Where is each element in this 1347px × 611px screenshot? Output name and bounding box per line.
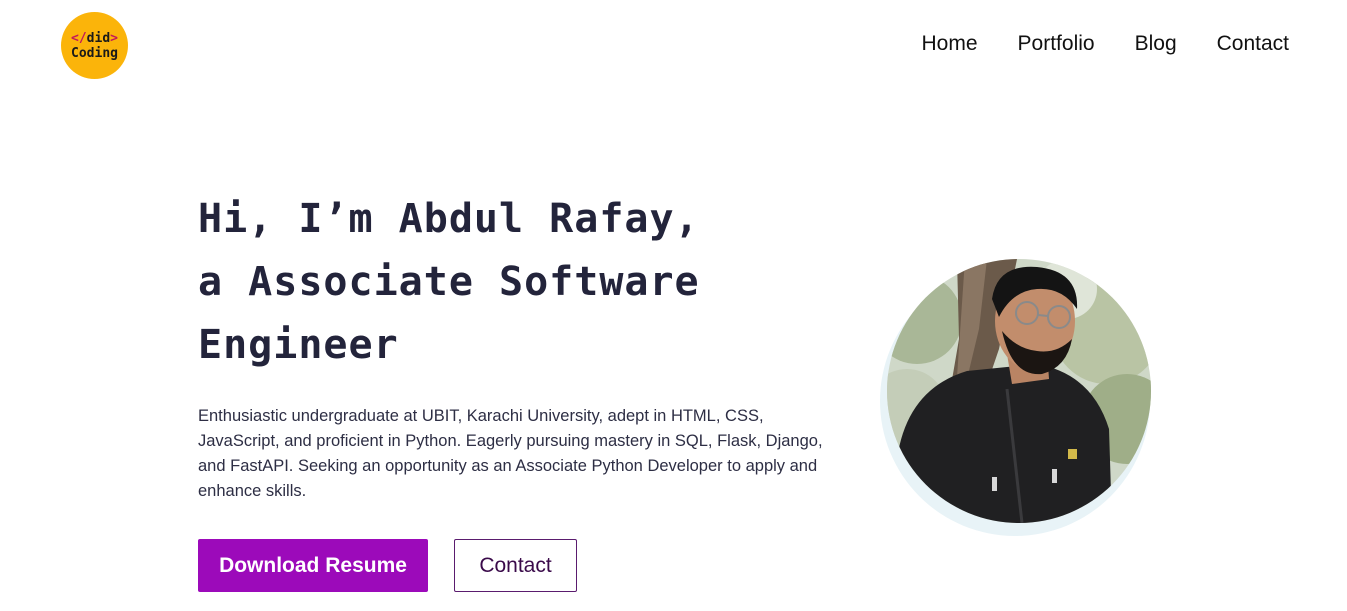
logo-tag-open: </: [71, 30, 87, 46]
download-resume-button[interactable]: Download Resume: [198, 539, 428, 592]
hero-description: Enthusiastic undergraduate at UBIT, Kara…: [198, 407, 823, 500]
nav-home[interactable]: Home: [922, 31, 978, 57]
logo-line1: </did>: [71, 31, 118, 46]
hero-title-line1: Hi, I’m Abdul Rafay,: [198, 196, 700, 242]
nav-blog[interactable]: Blog: [1135, 31, 1177, 57]
hero-title: Hi, I’m Abdul Rafay, a Associate Softwar…: [198, 188, 838, 377]
nav-portfolio[interactable]: Portfolio: [1018, 31, 1095, 57]
main-nav: Home Portfolio Blog Contact: [922, 31, 1289, 57]
logo-line2: Coding: [71, 45, 118, 61]
hero-title-line2: a Associate Software: [198, 259, 700, 305]
contact-button[interactable]: Contact: [454, 539, 577, 592]
logo-tag-close: >: [110, 30, 118, 46]
site-logo[interactable]: </did> Coding: [61, 12, 128, 79]
logo-word: did: [86, 30, 111, 46]
hero-title-line3: Engineer: [198, 322, 399, 368]
nav-contact[interactable]: Contact: [1217, 31, 1289, 57]
profile-photo: [887, 259, 1151, 523]
